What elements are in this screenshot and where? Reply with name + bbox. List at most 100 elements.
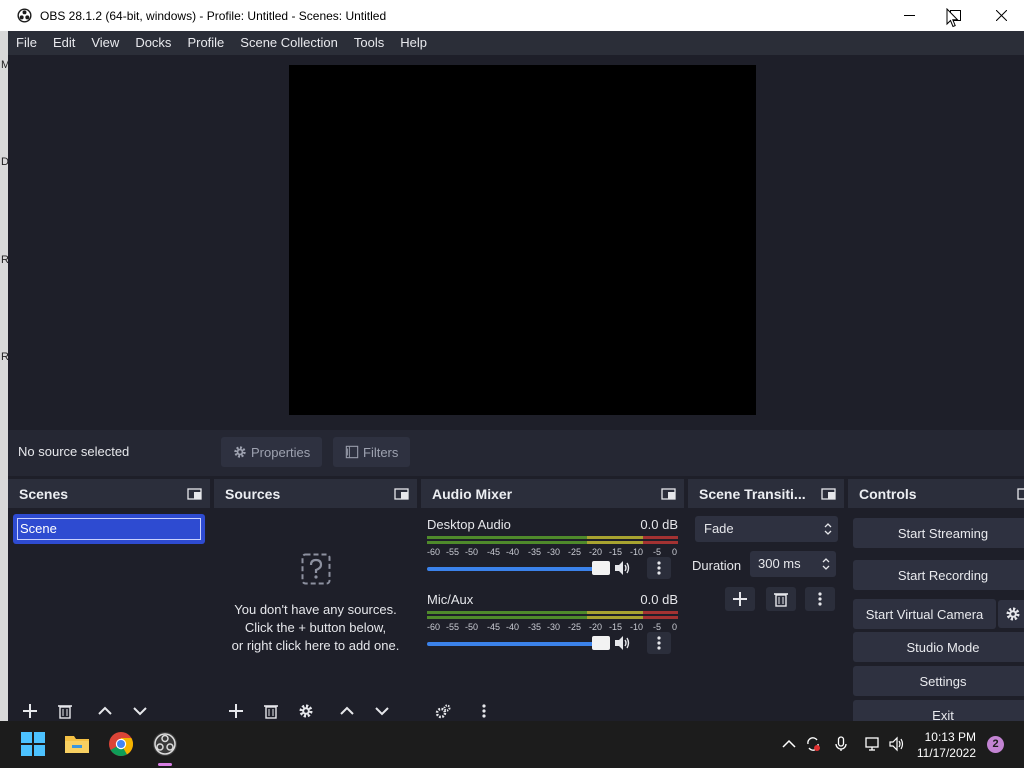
undock-icon[interactable]: [821, 486, 836, 501]
volume-slider-handle[interactable]: [592, 561, 610, 575]
edge-letter: D: [1, 156, 8, 168]
meter-tick: -55: [446, 622, 460, 632]
more-vertical-icon: [657, 636, 661, 650]
transition-select[interactable]: Fade: [695, 516, 838, 542]
move-source-down-button[interactable]: [369, 701, 395, 721]
mixer-menu-button[interactable]: [471, 701, 497, 721]
properties-button[interactable]: Properties: [221, 437, 323, 467]
clock-time: 10:13 PM: [924, 730, 976, 744]
advanced-audio-button[interactable]: [430, 701, 456, 721]
menu-help[interactable]: Help: [392, 31, 435, 55]
menu-tools[interactable]: Tools: [346, 31, 392, 55]
add-scene-button[interactable]: [17, 701, 43, 721]
meter-tick: 0: [672, 547, 678, 557]
edge-letter: R: [1, 351, 8, 363]
more-vertical-icon: [482, 704, 486, 718]
duration-spinbox[interactable]: 300 ms: [750, 551, 836, 577]
menu-view[interactable]: View: [83, 31, 127, 55]
move-scene-up-button[interactable]: [92, 701, 118, 721]
menu-edit[interactable]: Edit: [45, 31, 83, 55]
close-button[interactable]: [978, 0, 1024, 31]
scene-list-item[interactable]: Scene: [13, 514, 205, 544]
menu-file[interactable]: File: [8, 31, 45, 55]
menu-docks[interactable]: Docks: [127, 31, 179, 55]
meter-tick: -5: [653, 622, 662, 632]
start-virtual-camera-button[interactable]: Start Virtual Camera: [853, 599, 996, 629]
add-source-button[interactable]: [223, 701, 249, 721]
volume-slider[interactable]: [427, 642, 609, 646]
meter-tick: -20: [589, 622, 603, 632]
background-window-edge: M D R R: [0, 31, 8, 721]
remove-transition-button[interactable]: [766, 587, 796, 611]
remove-source-button[interactable]: [258, 701, 284, 721]
gear-icon: [1006, 607, 1020, 621]
meter-scale: -60 -55 -50 -45 -40 -35 -30 -25 -20 -15 …: [427, 547, 678, 557]
chrome-icon[interactable]: [108, 731, 134, 757]
meter-tick: -10: [630, 622, 644, 632]
sources-empty-line: You don't have any sources.: [234, 602, 397, 617]
gears-icon: [435, 704, 451, 719]
undock-icon[interactable]: [661, 486, 676, 501]
sources-list[interactable]: You don't have any sources. Click the + …: [214, 508, 417, 721]
volume-slider-handle[interactable]: [592, 636, 610, 650]
meter-tick: -50: [465, 547, 479, 557]
exit-button[interactable]: Exit: [853, 700, 1024, 721]
obs-taskbar-icon[interactable]: [152, 731, 178, 757]
transition-properties-button[interactable]: [805, 587, 835, 611]
move-source-up-button[interactable]: [334, 701, 360, 721]
channel-menu-button[interactable]: [647, 557, 671, 579]
remove-scene-button[interactable]: [52, 701, 78, 721]
notification-badge[interactable]: 2: [987, 736, 1004, 753]
scenes-list[interactable]: Scene: [8, 508, 210, 721]
trash-icon: [774, 593, 788, 607]
volume-slider[interactable]: [427, 567, 609, 571]
channel-menu-button[interactable]: [647, 632, 671, 654]
preview-canvas[interactable]: [289, 65, 756, 415]
start-recording-button[interactable]: Start Recording: [853, 560, 1024, 590]
chevron-down-icon: [133, 707, 147, 716]
system-clock[interactable]: 10:13 PM 11/17/2022: [912, 729, 976, 761]
volume-icon[interactable]: [889, 736, 905, 752]
menu-scene-collection[interactable]: Scene Collection: [232, 31, 346, 55]
undock-icon[interactable]: [394, 486, 409, 501]
undock-icon[interactable]: [1017, 486, 1024, 501]
filters-label: Filters: [363, 444, 399, 460]
chevron-up-icon[interactable]: [781, 736, 797, 752]
network-icon[interactable]: [864, 736, 880, 752]
gear-icon: [299, 704, 313, 718]
add-transition-button[interactable]: [725, 587, 755, 611]
file-explorer-icon[interactable]: [64, 731, 90, 757]
trash-icon: [264, 705, 278, 719]
move-scene-down-button[interactable]: [127, 701, 153, 721]
sync-icon[interactable]: [805, 736, 821, 752]
sources-empty-line: or right click here to add one.: [231, 638, 400, 653]
question-icon: [301, 553, 330, 585]
minimize-button[interactable]: [886, 0, 932, 31]
plus-icon: [23, 704, 37, 718]
studio-mode-button[interactable]: Studio Mode: [853, 632, 1024, 662]
microphone-icon[interactable]: [833, 736, 849, 752]
speaker-icon[interactable]: [613, 559, 631, 577]
menu-profile[interactable]: Profile: [179, 31, 232, 55]
speaker-icon[interactable]: [613, 634, 631, 652]
mouse-cursor-icon: [946, 8, 959, 28]
updown-arrows-icon: [824, 523, 832, 535]
source-properties-button[interactable]: [293, 701, 319, 721]
meter-tick: -15: [609, 622, 623, 632]
meter-tick: -55: [446, 547, 460, 557]
updown-arrows-icon[interactable]: [822, 557, 830, 571]
minimize-icon: [903, 15, 915, 16]
title-bar: OBS 28.1.2 (64-bit, windows) - Profile: …: [0, 0, 1024, 31]
mixer-channel: Desktop Audio 0.0 dB -60 -55 -50 -45 -40…: [427, 517, 678, 587]
meter-tick: -5: [653, 547, 662, 557]
meter-tick: -30: [547, 622, 561, 632]
filters-button[interactable]: Filters: [333, 437, 411, 467]
virtual-camera-settings-button[interactable]: [998, 600, 1024, 628]
windows-start-icon[interactable]: [20, 731, 46, 757]
start-streaming-button[interactable]: Start Streaming: [853, 518, 1024, 548]
meter-tick: -60: [427, 547, 441, 557]
meter-tick: -15: [609, 547, 623, 557]
scenes-dock: Scenes Scene: [8, 479, 210, 721]
settings-button[interactable]: Settings: [853, 666, 1024, 696]
undock-icon[interactable]: [187, 486, 202, 501]
